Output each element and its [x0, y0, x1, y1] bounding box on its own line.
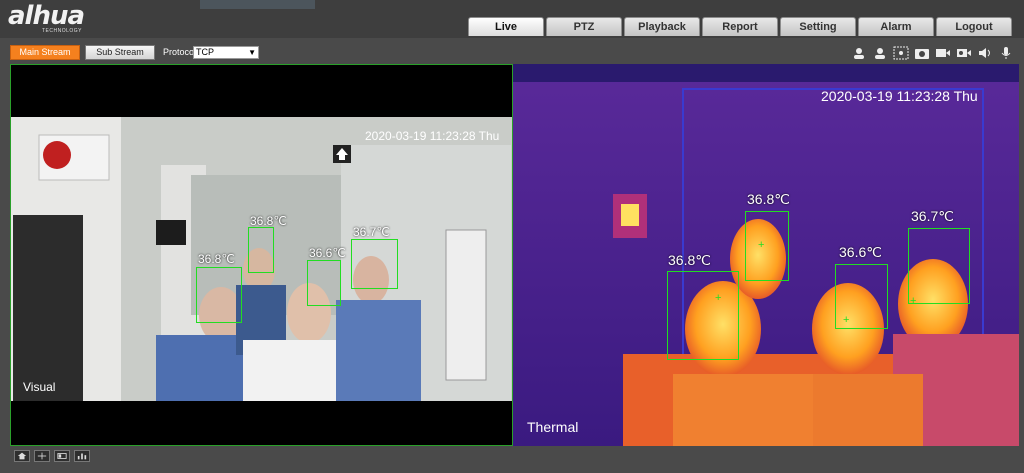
volume-icon[interactable] [977, 46, 993, 60]
protocol-value: TCP [196, 47, 214, 57]
tab-playback[interactable]: Playback [624, 17, 700, 36]
visual-detect-box-1 [248, 227, 274, 273]
thermal-hotspot-2: + [715, 292, 722, 304]
visual-timestamp: 2020-03-19 11:23:28 Thu [365, 129, 500, 143]
stats-icon[interactable] [74, 450, 90, 462]
chevron-down-icon: ▼ [248, 48, 256, 57]
screen-home-icon[interactable] [14, 450, 30, 462]
thermal-hotspot-4: + [910, 295, 917, 307]
stream-person-2-icon[interactable] [872, 46, 888, 60]
window-layout-icon[interactable] [54, 450, 70, 462]
thermal-detect-box-1 [745, 211, 789, 281]
sub-stream-button[interactable]: Sub Stream [85, 45, 155, 60]
visual-temp-3: 36.6℃ [309, 246, 346, 260]
dahua-logo: alhua TECHNOLOGY [8, 1, 85, 34]
tab-ptz[interactable]: PTZ [546, 17, 622, 36]
visual-temp-4: 36.7℃ [353, 225, 390, 239]
tab-logout[interactable]: Logout [936, 17, 1012, 36]
header: alhua TECHNOLOGY Live PTZ Playback Repor… [0, 0, 1024, 38]
stream-person-icon[interactable] [851, 46, 867, 60]
bottom-icon-group [14, 450, 90, 462]
visual-temp-1: 36.8℃ [250, 214, 287, 228]
snapshot-icon[interactable] [914, 46, 930, 60]
thermal-temp-4: 36.7℃ [911, 208, 954, 224]
tab-report[interactable]: Report [702, 17, 778, 36]
visual-detect-box-3 [307, 260, 341, 306]
protocol-select[interactable]: TCP ▼ [193, 46, 259, 59]
thermal-temp-1: 36.8℃ [747, 191, 790, 207]
logo-subtext: TECHNOLOGY [42, 28, 83, 34]
microphone-icon[interactable] [998, 46, 1014, 60]
protocol-label: Protocol [163, 47, 197, 57]
thermal-hotspot-1: + [758, 239, 765, 251]
tool-icon-group [851, 46, 1014, 60]
thermal-detect-box-2 [667, 271, 739, 360]
live-toolbar: Main Stream Sub Stream Protocol TCP ▼ [0, 38, 1024, 64]
visual-temp-2: 36.8℃ [198, 252, 235, 266]
thermal-temp-2: 36.8℃ [668, 252, 711, 268]
main-stream-button[interactable]: Main Stream [10, 45, 80, 60]
tab-setting[interactable]: Setting [780, 17, 856, 36]
visual-detect-box-2 [196, 267, 242, 323]
record-icon[interactable] [935, 46, 951, 60]
thermal-label: Thermal [527, 419, 579, 435]
main-nav: Live PTZ Playback Report Setting Alarm L… [468, 17, 1012, 36]
zoom-record-icon[interactable] [956, 46, 972, 60]
visual-label: Visual [23, 380, 56, 394]
thermal-video-pane[interactable]: 2020-03-19 11:23:28 Thu 36.8℃ + 36.8℃ + … [513, 64, 1019, 446]
tab-live[interactable]: Live [468, 17, 544, 36]
tab-alarm[interactable]: Alarm [858, 17, 934, 36]
bottom-toolbar [0, 446, 1024, 473]
visual-detect-box-4 [351, 239, 398, 289]
thermal-temp-3: 36.6℃ [839, 244, 882, 260]
logo-text: alhua [8, 1, 85, 31]
visual-video-pane[interactable]: 2020-03-19 11:23:28 Thu 36.8℃ 36.8℃ 36.6… [10, 64, 513, 446]
thermal-timestamp: 2020-03-19 11:23:28 Thu [821, 88, 978, 104]
browser-tab-ghost [200, 0, 315, 9]
thermal-detect-box-4 [908, 228, 970, 304]
thermal-hotspot-3: + [843, 314, 850, 326]
screen-split-icon[interactable] [34, 450, 50, 462]
area-select-icon[interactable] [893, 46, 909, 60]
